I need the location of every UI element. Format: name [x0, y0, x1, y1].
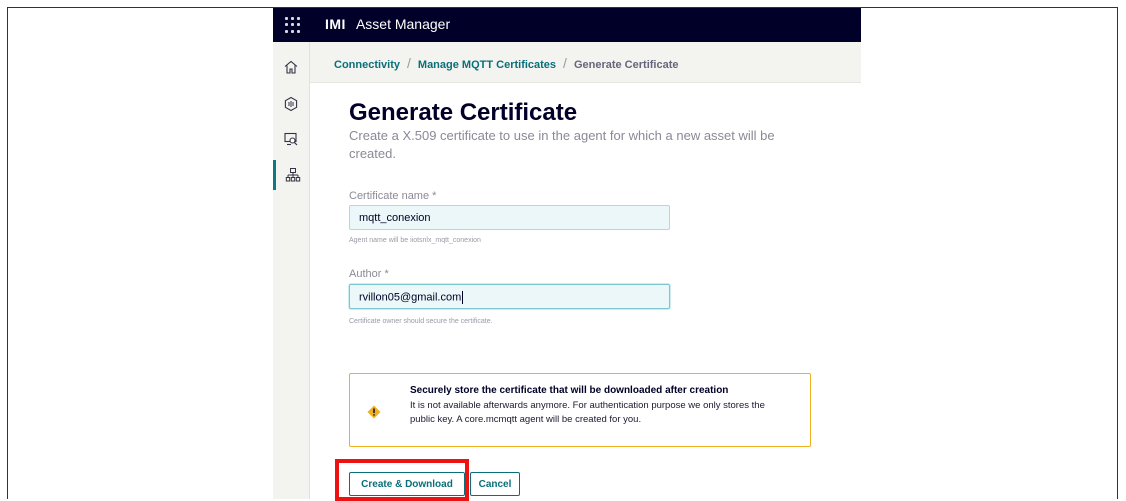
certificate-name-input[interactable]: mqtt_conexion — [349, 205, 670, 230]
create-download-button[interactable]: Create & Download — [349, 472, 465, 496]
warning-text: It is not available afterwards anymore. … — [410, 400, 765, 425]
sidebar-item-connectivity[interactable] — [273, 89, 309, 119]
author-hint: Certificate owner should secure the cert… — [349, 318, 493, 325]
warning-message: Securely store the certificate that will… — [349, 373, 811, 447]
warning-title: Securely store the certificate that will… — [410, 385, 729, 396]
app-launcher-icon[interactable] — [285, 17, 301, 33]
sidebar-item-monitor[interactable] — [273, 124, 309, 154]
certificate-name-label: Certificate name * — [349, 190, 437, 202]
app-window: IMI Asset Manager Connectivity / Manage … — [273, 8, 861, 499]
sidebar-item-hierarchy[interactable] — [273, 160, 309, 190]
certificate-name-hint: Agent name will be iiotsnlx_mqtt_conexio… — [349, 237, 481, 244]
hierarchy-icon — [285, 168, 300, 182]
breadcrumb-bar: Connectivity / Manage MQTT Certificates / Ge… — [310, 42, 861, 83]
author-label: Author * — [349, 268, 389, 280]
app-title: Asset Manager — [355, 16, 451, 32]
app-brand: IMI Asset Manager — [325, 16, 450, 32]
breadcrumb-current: Generate Certificate — [573, 59, 679, 71]
company-name: IMI — [325, 16, 346, 32]
cancel-button[interactable]: Cancel — [470, 472, 520, 496]
home-icon — [284, 60, 298, 74]
warning-diamond-icon — [367, 405, 381, 419]
connectivity-icon — [284, 96, 298, 112]
certificate-name-value: mqtt_conexion — [359, 212, 431, 224]
page-description: Create a X.509 certificate to use in the… — [349, 128, 775, 161]
author-input[interactable]: rvillon05@gmail.com — [349, 284, 670, 309]
sidebar-item-home[interactable] — [273, 52, 309, 82]
side-nav — [273, 42, 310, 499]
monitor-icon — [284, 132, 298, 146]
author-value: rvillon05@gmail.com — [359, 291, 462, 304]
breadcrumb-separator: / — [407, 55, 411, 71]
text-caret — [462, 291, 464, 304]
breadcrumb-connectivity[interactable]: Connectivity — [334, 59, 400, 71]
breadcrumb-manage-mqtt-certificates[interactable]: Manage MQTT Certificates — [418, 59, 556, 71]
page-title: Generate Certificate — [349, 99, 578, 126]
top-bar: IMI Asset Manager — [273, 8, 861, 42]
breadcrumb: Connectivity / Manage MQTT Certificates / Ge… — [334, 55, 678, 71]
breadcrumb-separator: / — [563, 55, 567, 71]
